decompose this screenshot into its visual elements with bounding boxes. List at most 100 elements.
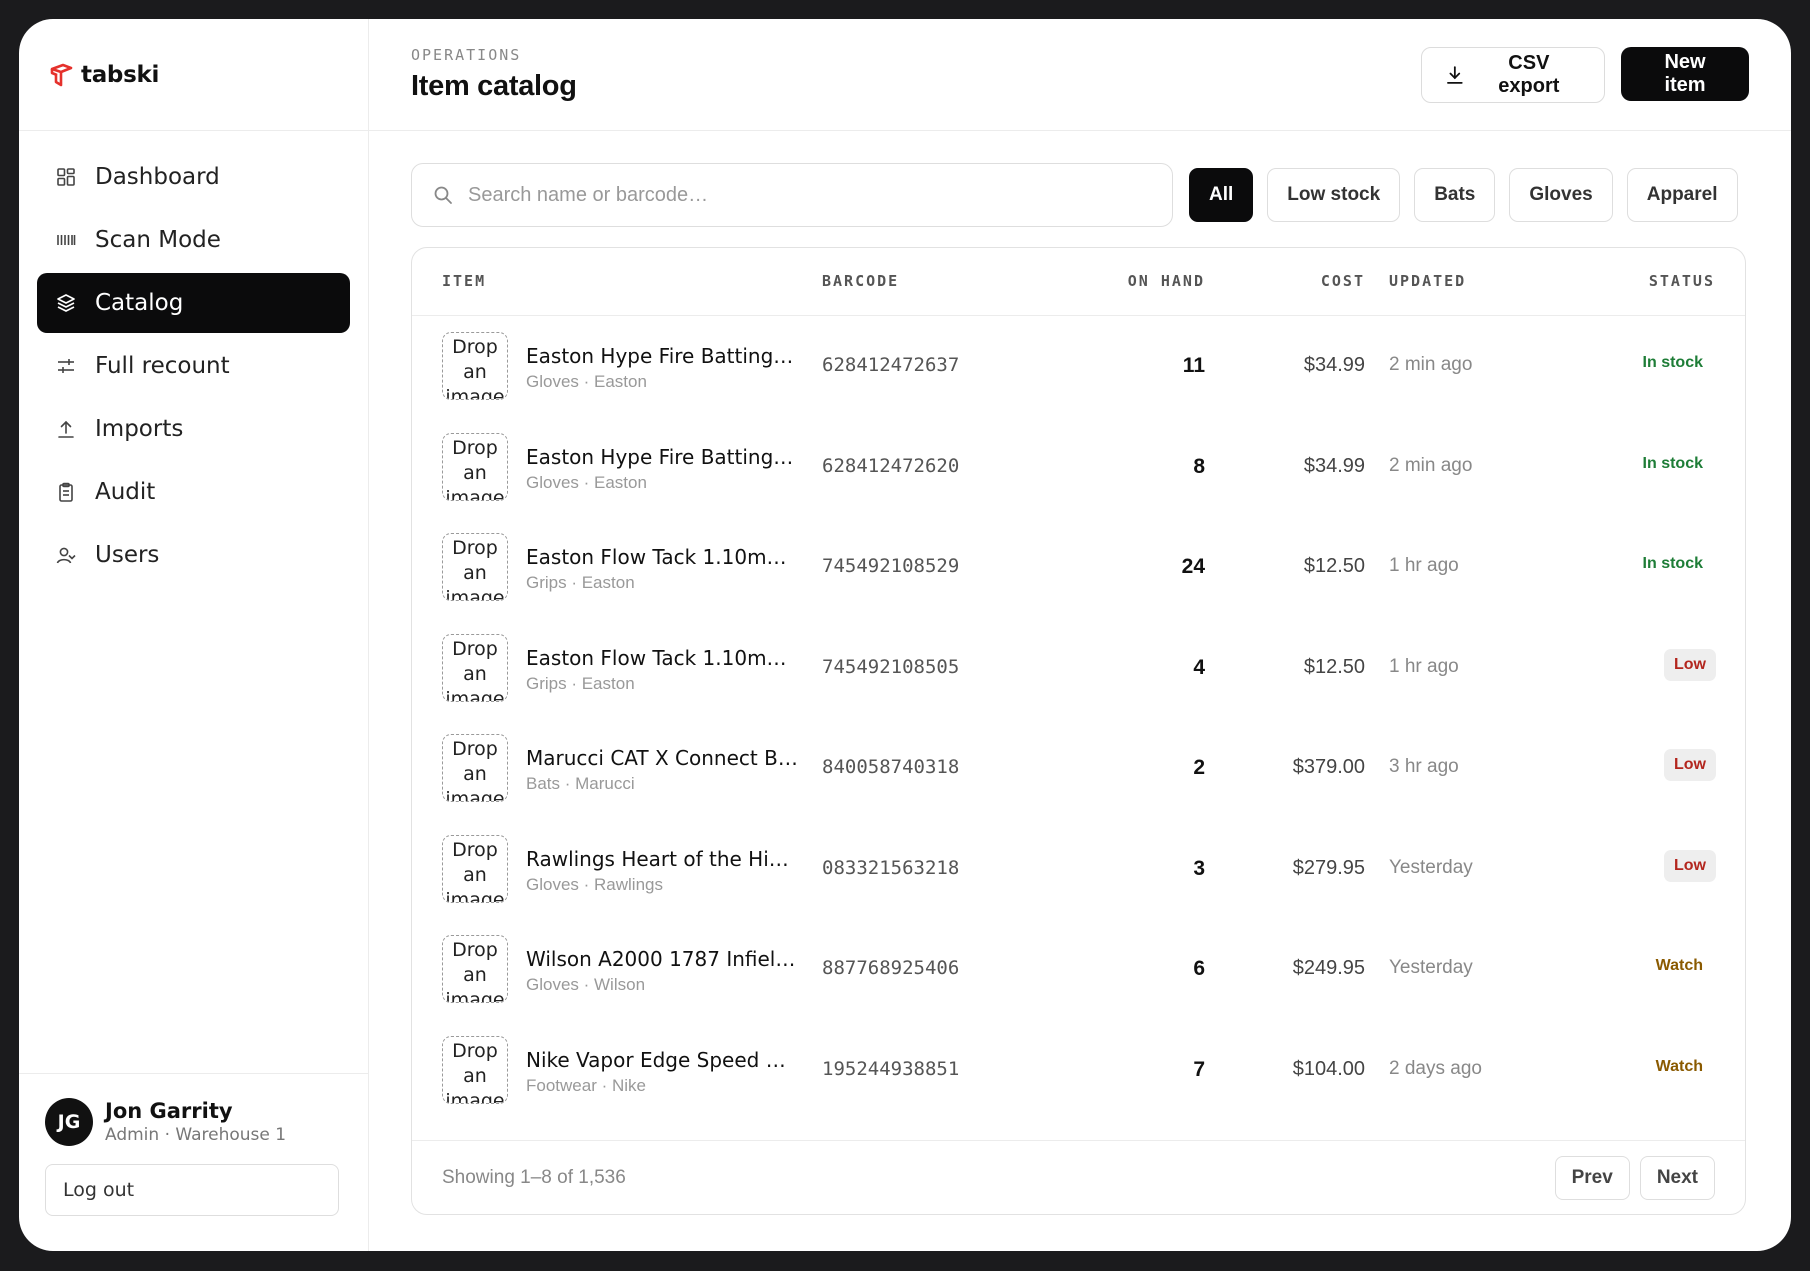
tabski-logo-icon xyxy=(50,63,73,86)
filter-chips: All Low stock Bats Gloves Apparel xyxy=(1189,168,1738,222)
sidebar-item-full-recount[interactable]: Full recount xyxy=(37,336,350,396)
item-barcode: 745492108505 xyxy=(822,655,960,678)
filter-all[interactable]: All xyxy=(1189,168,1254,222)
status-badge: In stock xyxy=(1642,354,1703,371)
column-header-on-hand[interactable]: ON HAND xyxy=(1128,272,1205,290)
column-header-cost[interactable]: COST xyxy=(1321,272,1365,290)
status-badge: Watch xyxy=(1655,957,1703,974)
sidebar-item-label: Full recount xyxy=(95,353,230,379)
table-row[interactable]: Drop an image Rawlings Heart of the Hide… xyxy=(412,819,1745,920)
prev-page-button[interactable]: Prev xyxy=(1554,1155,1630,1200)
item-cost: $12.50 xyxy=(1303,555,1365,577)
filter-gloves[interactable]: Gloves xyxy=(1509,168,1613,222)
item-barcode: 628412472637 xyxy=(822,354,960,376)
filter-apparel[interactable]: Apparel xyxy=(1626,168,1738,222)
image-drop-zone[interactable]: Drop an image xyxy=(442,1035,508,1104)
user-role: Admin · Warehouse 1 xyxy=(105,1125,287,1145)
sidebar-item-scan-mode[interactable]: Scan Mode xyxy=(37,210,350,270)
table-row[interactable]: Drop an image Easton Hype Fire Batting G… xyxy=(412,417,1745,518)
item-meta: Grips · Easton xyxy=(526,673,635,693)
image-drop-zone[interactable]: Drop an image xyxy=(442,533,508,601)
item-meta: Gloves · Wilson xyxy=(526,975,646,994)
image-drop-zone[interactable]: Drop an image xyxy=(442,734,508,802)
item-name: Rawlings Heart of the Hide Glove xyxy=(526,846,798,871)
sidebar-item-imports[interactable]: Imports xyxy=(37,399,350,459)
sidebar-item-label: Catalog xyxy=(95,290,184,316)
user-profile[interactable]: JG Jon Garrity Admin · Warehouse 1 xyxy=(45,1098,342,1146)
item-on-hand: 6 xyxy=(1193,957,1205,980)
column-header-item[interactable]: ITEM xyxy=(442,272,486,290)
grid-icon xyxy=(55,166,77,188)
table-row[interactable]: Drop an image Easton Hype Fire Batting G… xyxy=(412,316,1745,417)
new-item-button[interactable]: New item xyxy=(1621,46,1749,101)
status-badge: Watch xyxy=(1655,1057,1703,1075)
item-name: Easton Flow Tack 1.10mm Bat Grip xyxy=(526,645,798,670)
search-box[interactable] xyxy=(411,163,1173,227)
item-on-hand: 11 xyxy=(1182,354,1205,377)
sidebar-item-label: Audit xyxy=(95,479,156,505)
search-icon xyxy=(434,186,452,204)
brand[interactable]: tabski xyxy=(19,19,368,131)
status-badge: Low xyxy=(1664,849,1716,882)
image-drop-zone[interactable]: Drop an image xyxy=(442,332,508,400)
logout-button[interactable]: Log out xyxy=(45,1164,339,1216)
item-name: Easton Flow Tack 1.10mm Bat Grip xyxy=(526,545,798,569)
sidebar-footer: JG Jon Garrity Admin · Warehouse 1 Log o… xyxy=(19,1073,368,1251)
item-meta: Bats · Marucci xyxy=(526,774,635,793)
item-barcode: 083321563218 xyxy=(822,856,960,879)
item-barcode: 195244938851 xyxy=(822,1057,960,1080)
image-drop-zone[interactable]: Drop an image xyxy=(442,834,508,903)
sidebar-item-users[interactable]: Users xyxy=(37,525,350,585)
user-name: Jon Garrity xyxy=(105,1099,233,1123)
status-badge: Low xyxy=(1664,749,1716,781)
item-barcode: 840058740318 xyxy=(822,756,960,778)
item-on-hand: 8 xyxy=(1193,454,1205,478)
image-drop-zone[interactable]: Drop an image xyxy=(442,935,508,1003)
item-on-hand: 24 xyxy=(1181,555,1205,578)
table-row[interactable]: Drop an image Nike Vapor Edge Speed Clea… xyxy=(412,1020,1745,1121)
sidebar-item-label: Dashboard xyxy=(95,164,220,190)
item-cost: $12.50 xyxy=(1303,655,1365,678)
table-header: ITEM BARCODE ON HAND COST UPDATED STATUS xyxy=(412,248,1745,316)
item-cost: $379.00 xyxy=(1292,756,1365,778)
csv-export-button[interactable]: CSV export xyxy=(1421,46,1605,103)
item-updated: 1 hr ago xyxy=(1389,655,1459,677)
item-meta: Gloves · Easton xyxy=(526,472,647,492)
column-header-updated[interactable]: UPDATED xyxy=(1389,272,1466,290)
item-barcode: 887768925406 xyxy=(822,957,960,979)
image-drop-zone[interactable]: Drop an image xyxy=(442,633,508,702)
column-header-status[interactable]: STATUS xyxy=(1649,272,1715,290)
table-row[interactable]: Drop an image Easton Flow Tack 1.10mm Ba… xyxy=(412,517,1745,618)
sidebar-item-label: Users xyxy=(95,542,160,568)
filter-low-stock[interactable]: Low stock xyxy=(1267,168,1401,222)
table-row[interactable]: Drop an image Wilson A2000 1787 Infield … xyxy=(412,919,1745,1020)
page-eyebrow: OPERATIONS xyxy=(411,46,522,64)
catalog-toolbar: All Low stock Bats Gloves Apparel xyxy=(411,163,1749,227)
image-drop-zone[interactable]: Drop an image xyxy=(442,432,508,501)
sidebar-item-label: Imports xyxy=(95,416,184,442)
layers-icon xyxy=(55,292,77,314)
next-page-button[interactable]: Next xyxy=(1639,1155,1715,1200)
sidebar: tabski Dashboard Scan Mode Catalog Full … xyxy=(19,19,369,1251)
sidebar-item-catalog[interactable]: Catalog xyxy=(37,273,350,333)
search-input[interactable] xyxy=(468,183,1172,207)
filter-bats[interactable]: Bats xyxy=(1414,168,1496,222)
item-barcode: 745492108529 xyxy=(822,555,960,577)
main-content: OPERATIONS Item catalog CSV export New i… xyxy=(369,19,1791,1251)
clipboard-icon xyxy=(55,481,77,503)
column-header-barcode[interactable]: BARCODE xyxy=(822,272,899,290)
table-row[interactable]: Drop an image Marucci CAT X Connect BBCO… xyxy=(412,718,1745,819)
table-footer: Showing 1–8 of 1,536 Prev Next xyxy=(412,1140,1745,1214)
item-cost: $249.95 xyxy=(1292,957,1365,979)
item-name: Nike Vapor Edge Speed Cleats xyxy=(526,1047,798,1072)
item-name: Easton Hype Fire Batting Gloves xyxy=(526,444,798,469)
sidebar-item-audit[interactable]: Audit xyxy=(37,462,350,522)
page-title: Item catalog xyxy=(411,70,577,102)
item-name: Wilson A2000 1787 Infield Glove xyxy=(526,947,798,971)
table-row[interactable]: Drop an image Easton Flow Tack 1.10mm Ba… xyxy=(412,618,1745,719)
header-actions: CSV export New item xyxy=(1421,46,1749,103)
status-badge: In stock xyxy=(1642,555,1703,572)
sidebar-item-dashboard[interactable]: Dashboard xyxy=(37,147,350,207)
item-on-hand: 4 xyxy=(1193,655,1205,679)
sliders-icon xyxy=(55,355,77,377)
